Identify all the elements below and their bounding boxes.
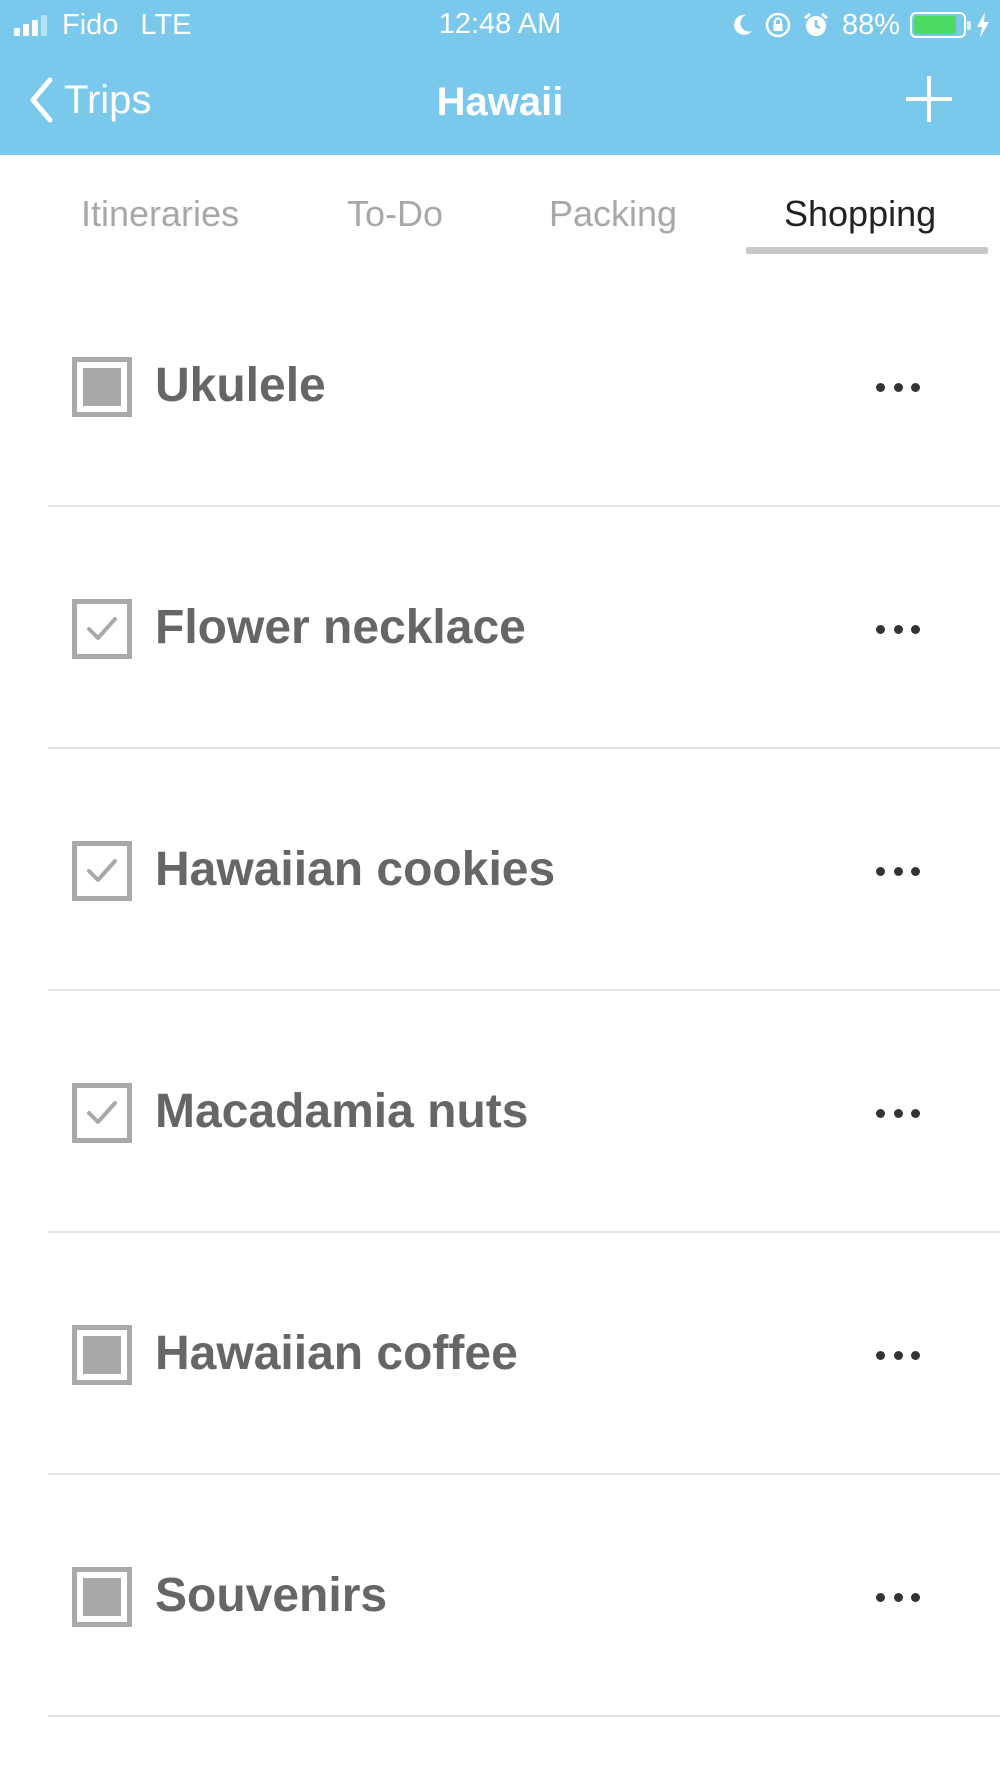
moon-icon xyxy=(734,14,752,35)
more-options-icon[interactable] xyxy=(876,1103,920,1123)
list-item: Hawaiian coffee xyxy=(0,1233,1000,1475)
checkmark-icon xyxy=(87,859,117,882)
checkbox-checked[interactable] xyxy=(72,599,132,659)
shopping-list: Ukulele Flower necklace Hawaiian cookies… xyxy=(0,265,1000,1717)
header-bar: Fido LTE 12:48 AM 88% Trips Hawaii xyxy=(0,0,1000,155)
list-item: Hawaiian cookies xyxy=(0,749,1000,991)
navigation-bar: Trips Hawaii xyxy=(0,60,1000,140)
list-item: Macadamia nuts xyxy=(0,991,1000,1233)
more-options-icon[interactable] xyxy=(876,377,920,397)
list-item: Ukulele xyxy=(0,265,1000,507)
more-options-icon[interactable] xyxy=(876,619,920,639)
item-label: Hawaiian cookies xyxy=(155,843,556,896)
page-title: Hawaii xyxy=(436,80,564,124)
plus-icon[interactable] xyxy=(906,76,952,122)
checkbox-unchecked[interactable] xyxy=(72,1567,132,1627)
checkmark-icon xyxy=(87,617,117,640)
item-label: Hawaiian coffee xyxy=(155,1327,518,1380)
checkmark-icon xyxy=(87,1101,117,1124)
item-label: Ukulele xyxy=(155,359,326,412)
tab-itineraries[interactable]: Itineraries xyxy=(81,193,239,235)
item-label: Macadamia nuts xyxy=(155,1085,529,1138)
tab-packing[interactable]: Packing xyxy=(549,193,677,235)
battery-fill xyxy=(914,16,957,34)
divider xyxy=(48,1715,1000,1717)
checkbox-unchecked[interactable] xyxy=(72,357,132,417)
checkbox-fill xyxy=(83,368,121,406)
more-options-icon[interactable] xyxy=(876,861,920,881)
more-options-icon[interactable] xyxy=(876,1587,920,1607)
tab-to-do[interactable]: To-Do xyxy=(347,193,443,235)
checkbox-fill xyxy=(83,1336,121,1374)
checkbox-fill xyxy=(83,1578,121,1616)
status-right: 88% xyxy=(722,7,990,43)
more-options-icon[interactable] xyxy=(876,1345,920,1365)
item-label: Souvenirs xyxy=(155,1569,388,1622)
list-item: Souvenirs xyxy=(0,1475,1000,1717)
tab-shopping[interactable]: Shopping xyxy=(784,193,936,235)
list-item: Flower necklace xyxy=(0,507,1000,749)
checkbox-unchecked[interactable] xyxy=(72,1325,132,1385)
alarm-icon xyxy=(804,12,828,36)
status-bar: Fido LTE 12:48 AM 88% xyxy=(0,0,1000,50)
active-tab-indicator xyxy=(746,247,988,254)
item-label: Flower necklace xyxy=(155,601,526,654)
battery-percent: 88% xyxy=(841,8,900,41)
checkbox-checked[interactable] xyxy=(72,1083,132,1143)
checkbox-checked[interactable] xyxy=(72,841,132,901)
battery-icon xyxy=(910,12,971,38)
charging-bolt-icon xyxy=(977,12,989,38)
rotation-lock-icon xyxy=(765,12,791,38)
